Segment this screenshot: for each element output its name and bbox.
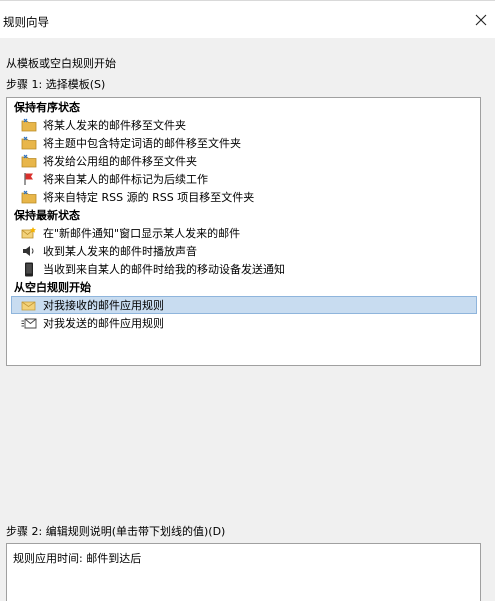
close-icon [475,14,487,26]
template-list[interactable]: 保持有序状态 将某人发来的邮件移至文件夹 将主题中包含特定词语的邮件移至文件夹 … [6,97,481,366]
close-button[interactable] [467,7,495,33]
list-item-label: 对我接收的邮件应用规则 [43,299,164,312]
folder-move-icon [21,189,37,205]
list-item[interactable]: 将来自某人的邮件标记为后续工作 [7,170,480,188]
list-item[interactable]: 将主题中包含特定词语的邮件移至文件夹 [7,134,480,152]
folder-move-icon [21,153,37,169]
step2-label: 步骤 2: 编辑规则说明(单击带下划线的值)(D) [6,525,226,538]
group-title: 从空白规则开始 [14,281,91,294]
list-item-label: 当收到来自某人的邮件时给我的移动设备发送通知 [43,263,285,276]
list-item[interactable]: 将来自特定 RSS 源的 RSS 项目移至文件夹 [7,188,480,206]
mobile-device-icon [21,261,37,277]
list-item-label: 对我发送的邮件应用规则 [43,317,164,330]
list-item[interactable]: 收到某人发来的邮件时播放声音 [7,242,480,260]
folder-move-icon [21,117,37,133]
inbox-rule-icon [21,297,37,313]
list-item-label: 将某人发来的邮件移至文件夹 [43,119,186,132]
list-item-selected[interactable]: 对我接收的邮件应用规则 [11,296,477,314]
list-item-label: 将发给公用组的邮件移至文件夹 [43,155,197,168]
list-item-label: 将来自某人的邮件标记为后续工作 [43,173,208,186]
list-item[interactable]: 将某人发来的邮件移至文件夹 [7,116,480,134]
folder-move-icon [21,135,37,151]
list-item-label: 在"新邮件通知"窗口显示某人发来的邮件 [43,227,241,240]
group-header-keep-organized: 保持有序状态 [7,98,480,116]
speaker-icon [21,243,37,259]
list-item-label: 将主题中包含特定词语的邮件移至文件夹 [43,137,241,150]
group-header-stay-current: 保持最新状态 [7,206,480,224]
window-title: 规则向导 [3,15,49,29]
red-flag-icon [21,171,37,187]
list-item[interactable]: 在"新邮件通知"窗口显示某人发来的邮件 [7,224,480,242]
rule-description-box[interactable]: 规则应用时间: 邮件到达后 [6,543,481,601]
list-item-label: 收到某人发来的邮件时播放声音 [43,245,197,258]
list-item-label: 将来自特定 RSS 源的 RSS 项目移至文件夹 [43,191,255,204]
rule-description-text: 规则应用时间: 邮件到达后 [13,552,142,565]
group-title: 保持最新状态 [14,209,80,222]
group-title: 保持有序状态 [14,101,80,114]
list-item[interactable]: 将发给公用组的邮件移至文件夹 [7,152,480,170]
title-bar: 规则向导 [0,0,495,38]
step1-label: 步骤 1: 选择模板(S) [6,78,106,91]
outbox-rule-icon [21,315,37,331]
group-header-blank-rule: 从空白规则开始 [7,278,480,296]
intro-text: 从模板或空白规则开始 [6,57,116,70]
new-mail-alert-icon [21,225,37,241]
list-item[interactable]: 当收到来自某人的邮件时给我的移动设备发送通知 [7,260,480,278]
list-item[interactable]: 对我发送的邮件应用规则 [7,314,480,332]
